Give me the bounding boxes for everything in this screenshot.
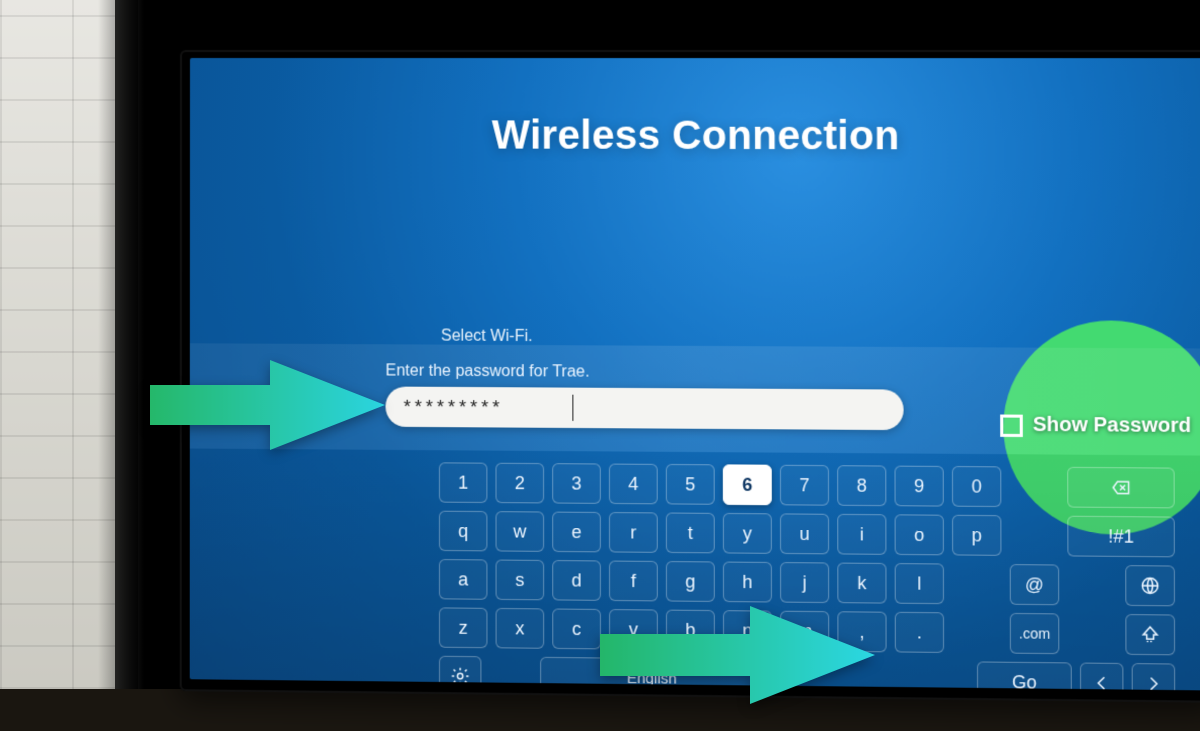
keyboard-row-2: q w e r t y u i o p !#1 bbox=[439, 511, 1175, 558]
password-prompt: Enter the password for Trae. bbox=[385, 362, 589, 381]
key-6[interactable]: 6 bbox=[723, 464, 772, 505]
key-2[interactable]: 2 bbox=[495, 463, 544, 504]
key-g[interactable]: g bbox=[666, 561, 715, 602]
tv-screen: Wireless Connection Select Wi-Fi. Enter … bbox=[190, 58, 1200, 690]
key-right[interactable] bbox=[1132, 663, 1176, 690]
key-shift[interactable] bbox=[1125, 614, 1175, 655]
key-f[interactable]: f bbox=[609, 561, 658, 602]
key-1[interactable]: 1 bbox=[439, 462, 487, 503]
keyboard-row-3: a s d f g h j k l @ bbox=[439, 559, 1175, 606]
key-go[interactable]: Go bbox=[977, 661, 1072, 690]
key-i[interactable]: i bbox=[837, 514, 886, 555]
key-4[interactable]: 4 bbox=[609, 464, 658, 505]
wall-shadow bbox=[98, 0, 138, 731]
key-y[interactable]: y bbox=[723, 513, 772, 554]
onscreen-keyboard: 1 2 3 4 5 6 7 8 9 0 bbox=[190, 449, 1200, 691]
key-v[interactable]: v bbox=[609, 609, 658, 650]
tv-frame: Wireless Connection Select Wi-Fi. Enter … bbox=[180, 50, 1200, 703]
key-8[interactable]: 8 bbox=[837, 465, 886, 506]
shift-icon bbox=[1140, 624, 1161, 645]
key-k[interactable]: k bbox=[837, 563, 886, 604]
key-t[interactable]: t bbox=[666, 512, 715, 553]
key-z[interactable]: z bbox=[439, 607, 488, 648]
key-comma[interactable]: , bbox=[837, 611, 886, 652]
key-r[interactable]: r bbox=[609, 512, 658, 553]
key-9[interactable]: 9 bbox=[894, 466, 943, 507]
key-d[interactable]: d bbox=[552, 560, 601, 601]
key-l[interactable]: l bbox=[895, 563, 944, 604]
key-n[interactable]: n bbox=[723, 610, 772, 651]
show-password-toggle[interactable]: Show Password bbox=[1000, 413, 1191, 438]
key-e[interactable]: e bbox=[552, 512, 601, 553]
page-title: Wireless Connection bbox=[190, 113, 1200, 160]
backspace-icon bbox=[1111, 477, 1132, 498]
key-3[interactable]: 3 bbox=[552, 463, 601, 504]
scene-root: Wireless Connection Select Wi-Fi. Enter … bbox=[0, 0, 1200, 731]
keyboard-row-1: 1 2 3 4 5 6 7 8 9 0 bbox=[439, 462, 1175, 508]
key-7[interactable]: 7 bbox=[780, 465, 829, 506]
show-password-label: Show Password bbox=[1033, 414, 1191, 438]
key-j[interactable]: j bbox=[780, 562, 829, 603]
globe-icon bbox=[1140, 575, 1161, 596]
key-h[interactable]: h bbox=[723, 562, 772, 603]
key-period[interactable]: . bbox=[895, 612, 944, 653]
key-m[interactable]: m bbox=[780, 611, 829, 652]
key-symbols[interactable]: !#1 bbox=[1067, 516, 1175, 558]
key-s[interactable]: s bbox=[496, 560, 545, 601]
key-x[interactable]: x bbox=[496, 608, 545, 649]
key-0[interactable]: 0 bbox=[952, 466, 1001, 507]
key-c[interactable]: c bbox=[552, 608, 601, 649]
key-w[interactable]: w bbox=[496, 511, 545, 552]
key-q[interactable]: q bbox=[439, 511, 487, 552]
key-left[interactable] bbox=[1080, 663, 1123, 691]
key-o[interactable]: o bbox=[895, 514, 944, 555]
key-5[interactable]: 5 bbox=[666, 464, 715, 505]
chevron-right-icon bbox=[1143, 673, 1164, 690]
key-u[interactable]: u bbox=[780, 513, 829, 554]
select-wifi-label: Select Wi-Fi. bbox=[441, 327, 533, 346]
password-input[interactable] bbox=[386, 387, 904, 431]
key-backspace[interactable] bbox=[1067, 467, 1175, 509]
key-dotcom[interactable]: .com bbox=[1010, 613, 1060, 654]
key-at[interactable]: @ bbox=[1010, 564, 1060, 605]
key-p[interactable]: p bbox=[952, 515, 1001, 556]
show-password-checkbox[interactable] bbox=[1000, 414, 1023, 437]
text-cursor bbox=[572, 395, 573, 421]
keyboard-row-4: z x c v b n m , . .com bbox=[439, 607, 1175, 655]
chevron-left-icon bbox=[1091, 673, 1112, 691]
key-globe[interactable] bbox=[1125, 565, 1175, 606]
key-b[interactable]: b bbox=[666, 610, 715, 651]
key-a[interactable]: a bbox=[439, 559, 487, 600]
